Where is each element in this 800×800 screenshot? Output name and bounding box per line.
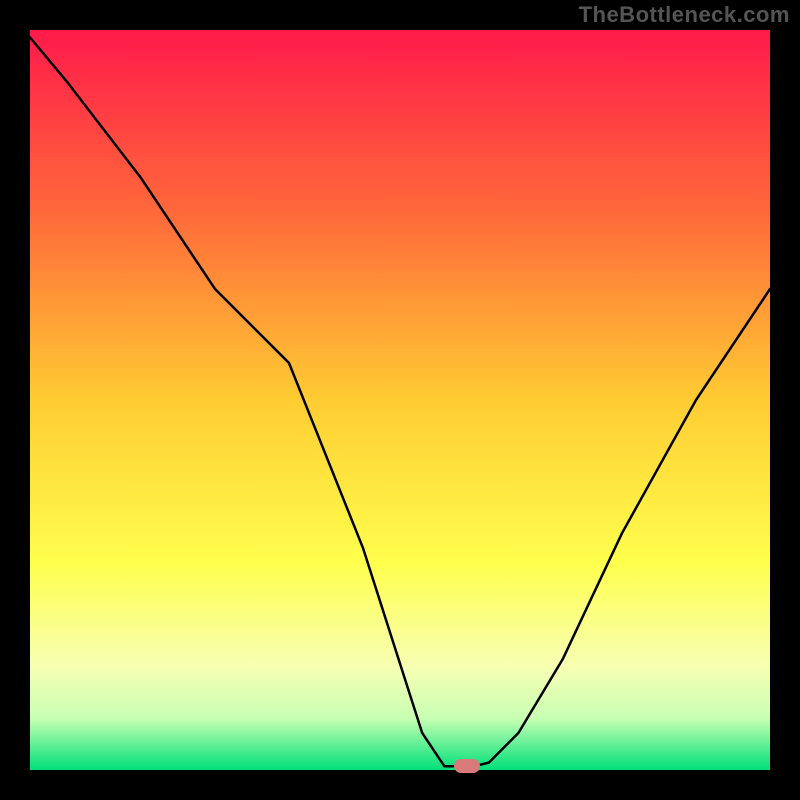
chart-container: TheBottleneck.com [0, 0, 800, 800]
chart-svg [30, 30, 770, 770]
chart-background-gradient [30, 30, 770, 770]
chart-marker [454, 759, 480, 773]
plot-area [30, 30, 770, 770]
watermark-text: TheBottleneck.com [579, 2, 790, 28]
